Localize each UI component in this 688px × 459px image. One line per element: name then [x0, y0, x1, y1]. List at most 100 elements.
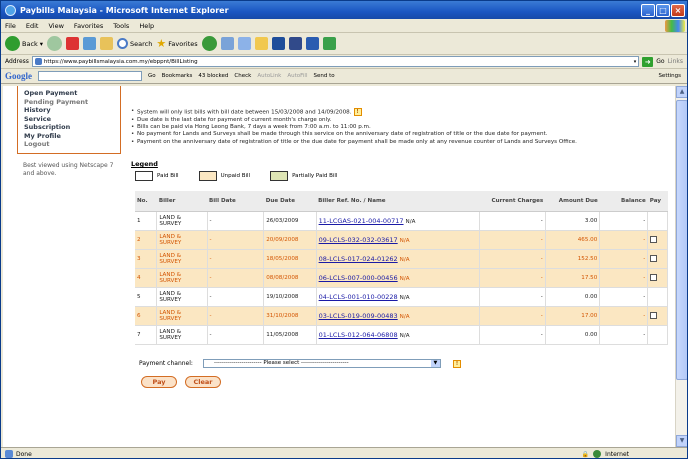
- scroll-thumb[interactable]: [676, 100, 687, 380]
- discuss-icon[interactable]: [305, 37, 319, 50]
- close-button[interactable]: ×: [671, 3, 685, 17]
- lock-icon: 🔒: [581, 450, 590, 458]
- sidebar-item-pending-payment[interactable]: Pending Payment: [24, 98, 116, 107]
- stop-icon[interactable]: [66, 37, 80, 50]
- go-button[interactable]: Go: [656, 58, 664, 65]
- table-row: 1 LAND & SURVEY -26/03/2009 11-LCGAS-021-00…: [135, 211, 668, 232]
- cell-balance: -: [599, 211, 649, 232]
- scroll-up-arrow-icon[interactable]: ▲: [676, 86, 687, 98]
- maximize-button[interactable]: □: [656, 3, 670, 17]
- autolink-button[interactable]: AutoLink: [257, 73, 281, 79]
- autofill-button[interactable]: AutoFill: [287, 73, 307, 79]
- chevron-down-icon[interactable]: ▼: [430, 360, 440, 368]
- sidebar-item-logout[interactable]: Logout: [24, 140, 116, 149]
- window-title: Paybills Malaysia - Microsoft Internet E…: [20, 5, 229, 15]
- cell-no: 1: [135, 211, 158, 232]
- popup-blocked-indicator[interactable]: 43 blocked: [198, 73, 228, 79]
- biller-ref-link[interactable]: 06-LCLS-007-000-00456: [319, 274, 398, 282]
- address-bar: Address https://www.paybillsmalaysia.com…: [1, 55, 687, 69]
- vertical-scrollbar[interactable]: ▲ ▼: [675, 86, 687, 447]
- clear-button[interactable]: Clear: [185, 376, 221, 389]
- cell-balance: -: [599, 287, 649, 308]
- page-icon: [34, 58, 42, 65]
- cell-pay: [647, 268, 668, 289]
- cell-pay: [647, 287, 668, 308]
- biller-ref-link[interactable]: 09-LCLS-032-032-03617: [319, 236, 398, 244]
- info-icon[interactable]: !: [452, 359, 461, 368]
- sidebar-item-my-profile[interactable]: My Profile: [24, 132, 116, 141]
- menu-file[interactable]: File: [5, 22, 16, 30]
- go-arrow-icon[interactable]: ➜: [642, 56, 654, 67]
- minimize-button[interactable]: _: [641, 3, 655, 17]
- search-icon: [117, 38, 129, 49]
- favorites-button[interactable]: ★ Favorites: [156, 37, 197, 50]
- history-icon[interactable]: [201, 36, 217, 51]
- legend-swatch-unpaid: [198, 170, 217, 181]
- sidebar-item-service[interactable]: Service: [24, 115, 116, 124]
- pay-button[interactable]: Pay: [141, 376, 177, 389]
- pay-checkbox[interactable]: [650, 254, 658, 262]
- biller-ref-link[interactable]: 03-LCLS-019-009-00483: [319, 312, 398, 320]
- cell-biller-ref: 11-LCGAS-021-004-00717 N/A: [316, 211, 481, 232]
- spell-check-button[interactable]: Check: [234, 73, 251, 79]
- cell-bill-date: -: [207, 325, 265, 346]
- biller-name: N/A: [405, 218, 416, 225]
- address-dropdown-icon[interactable]: ▾: [634, 59, 639, 65]
- pay-checkbox[interactable]: [650, 311, 658, 319]
- scroll-down-arrow-icon[interactable]: ▼: [676, 435, 687, 447]
- biller-ref-link[interactable]: 04-LCLS-001-010-00228: [319, 293, 398, 301]
- page-done-icon: [5, 450, 13, 458]
- pay-checkbox[interactable]: [650, 273, 658, 281]
- links-button[interactable]: Links: [668, 58, 683, 65]
- sidebar-item-open-payment[interactable]: Open Payment: [24, 89, 116, 98]
- cell-balance: -: [599, 249, 649, 270]
- cell-biller-ref: 08-LCLS-017-024-01262 N/A: [316, 249, 481, 270]
- google-search-input[interactable]: [38, 71, 142, 81]
- note-item: No payment for Lands and Surveys shall b…: [131, 131, 675, 139]
- cell-biller: LAND & SURVEY: [156, 306, 208, 327]
- best-viewed-note: Best viewed using Netscape 7 and above.: [23, 161, 114, 177]
- ie-icon: [5, 4, 16, 16]
- menu-view[interactable]: View: [48, 22, 63, 30]
- connect-icon[interactable]: [322, 37, 336, 50]
- refresh-icon[interactable]: [83, 37, 97, 50]
- biller-ref-link[interactable]: 08-LCLS-017-024-01262: [319, 255, 398, 263]
- pay-checkbox[interactable]: [650, 235, 658, 243]
- menu-edit[interactable]: Edit: [26, 22, 39, 30]
- cell-bill-date: -: [207, 268, 265, 289]
- info-icon[interactable]: !: [353, 108, 362, 116]
- table-header-row: No. Biller Bill Date Due Date Biller Ref…: [135, 190, 668, 213]
- folder-icon[interactable]: [254, 37, 268, 50]
- cell-bill-date: -: [207, 249, 265, 270]
- sidebar-item-history[interactable]: History: [24, 106, 116, 115]
- mail-icon[interactable]: [220, 37, 234, 50]
- cell-current-charges: -: [479, 325, 546, 346]
- forward-button[interactable]: [47, 36, 63, 51]
- menu-favorites[interactable]: Favorites: [74, 22, 103, 30]
- messenger-icon[interactable]: [271, 37, 285, 50]
- biller-ref-link[interactable]: 11-LCGAS-021-004-00717: [319, 217, 404, 225]
- cell-bill-date: -: [207, 306, 265, 327]
- google-settings-button[interactable]: Settings: [658, 73, 681, 79]
- home-icon[interactable]: [100, 37, 114, 50]
- legend-title: Legend: [131, 159, 158, 168]
- payment-channel-select[interactable]: ------------------------ Please select -…: [202, 359, 441, 369]
- cell-current-charges: -: [479, 211, 546, 232]
- status-text: Done: [16, 450, 32, 458]
- back-button[interactable]: Back ▾: [5, 36, 43, 51]
- research-icon[interactable]: [288, 37, 302, 50]
- cell-current-charges: -: [479, 306, 546, 327]
- menu-help[interactable]: Help: [139, 22, 154, 30]
- google-bookmarks-button[interactable]: Bookmarks: [162, 73, 193, 79]
- cell-current-charges: -: [479, 287, 546, 308]
- print-icon[interactable]: [237, 37, 251, 50]
- menu-tools[interactable]: Tools: [113, 22, 129, 30]
- biller-ref-link[interactable]: 01-LCLS-012-064-06808: [319, 331, 398, 339]
- search-button[interactable]: Search: [117, 38, 152, 49]
- cell-amount-due: 0.00: [545, 325, 601, 346]
- note-item: System will only list bills with bill da…: [131, 108, 675, 117]
- google-go-button[interactable]: Go: [148, 73, 156, 79]
- send-to-button[interactable]: Send to: [314, 73, 335, 79]
- sidebar-item-subscription[interactable]: Subscription: [24, 123, 116, 132]
- address-input[interactable]: https://www.paybillsmalaysia.com.my/ebpp…: [31, 56, 640, 67]
